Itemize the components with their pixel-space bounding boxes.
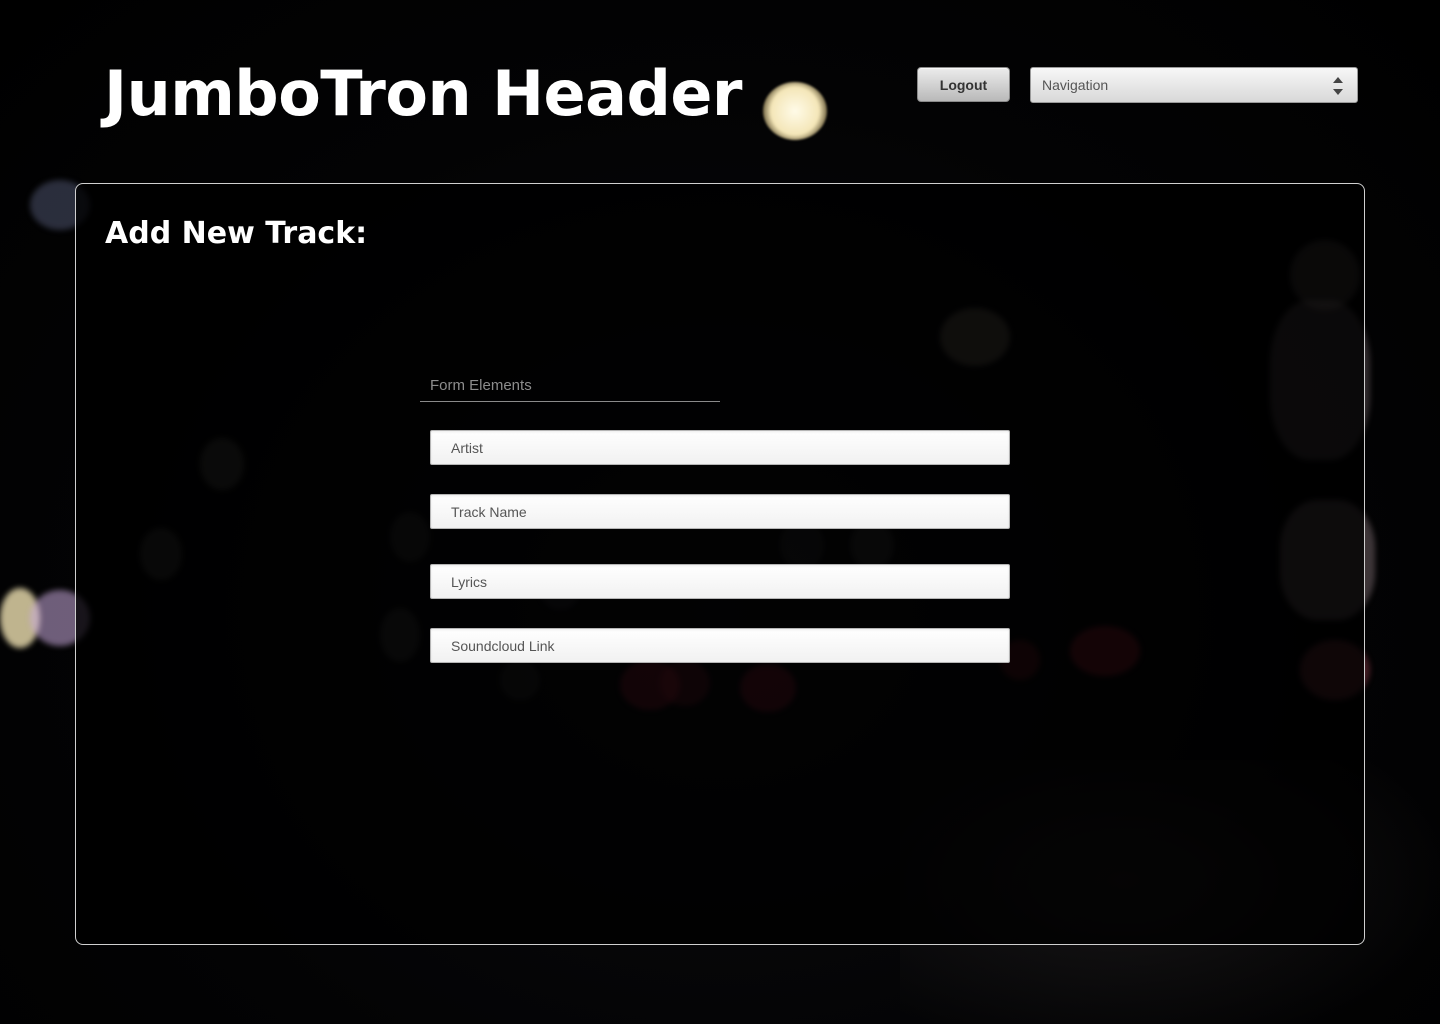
updown-arrows-icon — [1333, 77, 1343, 95]
navigation-select-value: Navigation — [1042, 77, 1109, 93]
lyrics-input[interactable] — [430, 564, 1010, 599]
jumbotron-header-title: JumboTron Header — [104, 57, 742, 130]
add-track-heading: Add New Track: — [105, 216, 368, 251]
artist-input[interactable] — [430, 430, 1010, 465]
navigation-select[interactable]: Navigation — [1030, 67, 1358, 103]
bokeh-light — [763, 82, 827, 140]
add-track-panel: Add New Track: Form Elements — [75, 183, 1365, 945]
form-elements-legend: Form Elements — [420, 376, 720, 402]
track-name-input[interactable] — [430, 494, 1010, 529]
soundcloud-link-input[interactable] — [430, 628, 1010, 663]
logout-button[interactable]: Logout — [917, 67, 1010, 102]
